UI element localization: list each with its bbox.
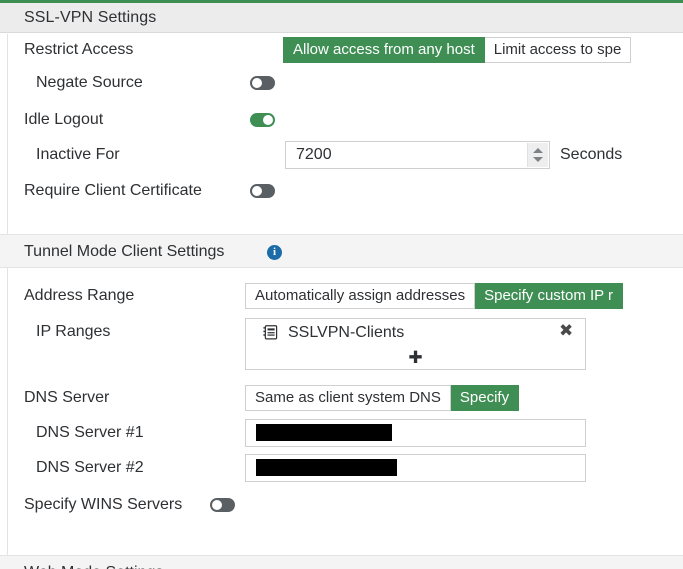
sslvpn-settings-panel: SSL-VPN Settings Restrict Access Allow a…	[0, 0, 683, 569]
info-icon[interactable]: i	[267, 245, 282, 260]
dns-server-option-specify[interactable]: Specify	[450, 385, 520, 411]
dns-server-label: DNS Server	[24, 389, 110, 406]
require-client-certificate-toggle[interactable]	[250, 184, 275, 198]
dns-server-1-input[interactable]	[245, 419, 586, 447]
row-specify-wins-servers: Specify WINS Servers	[0, 489, 683, 521]
ip-ranges-picker[interactable]: SSLVPN-Clients ✖ ✚	[245, 318, 586, 370]
require-client-certificate-label: Require Client Certificate	[24, 182, 202, 199]
row-dns-server-1: DNS Server #1	[0, 417, 683, 449]
specify-wins-servers-toggle[interactable]	[210, 498, 235, 512]
tunnel-mode-section-title: Tunnel Mode Client Settings	[24, 243, 225, 260]
idle-logout-label: Idle Logout	[24, 111, 104, 128]
dns-server-1-label: DNS Server #1	[36, 424, 144, 441]
panel-header: SSL-VPN Settings	[0, 3, 683, 33]
row-restrict-access: Restrict Access Allow access from any ho…	[0, 34, 683, 66]
restrict-access-option-any-host[interactable]: Allow access from any host	[283, 37, 485, 63]
row-idle-logout: Idle Logout	[0, 104, 683, 136]
inactive-for-stepper[interactable]	[527, 143, 548, 167]
section-tunnel-mode-client-settings: Tunnel Mode Client Settings i	[0, 234, 683, 268]
address-range-segmented-control[interactable]: Automatically assign addresses Specify c…	[245, 283, 624, 309]
dns-server-option-same-as-client[interactable]: Same as client system DNS	[245, 385, 451, 411]
dns-server-segmented-control[interactable]: Same as client system DNS Specify	[245, 385, 520, 411]
section-web-mode-settings: Web Mode Settings	[0, 555, 683, 569]
dns-server-2-redacted-value	[256, 459, 397, 476]
row-dns-server: DNS Server Same as client system DNS Spe…	[0, 382, 683, 414]
row-dns-server-2: DNS Server #2	[0, 452, 683, 484]
negate-source-toggle[interactable]	[250, 76, 275, 90]
dns-server-2-input[interactable]	[245, 454, 586, 482]
restrict-access-label: Restrict Access	[24, 41, 134, 58]
row-ip-ranges: IP Ranges SSLVPN-Clients ✖ ✚	[0, 316, 683, 374]
ip-ranges-label: IP Ranges	[36, 323, 111, 340]
row-require-client-certificate: Require Client Certificate	[0, 175, 683, 207]
add-ip-range-button[interactable]: ✚	[246, 350, 585, 367]
restrict-access-segmented-control[interactable]: Allow access from any host Limit access …	[283, 37, 632, 63]
row-negate-source: Negate Source	[0, 67, 683, 99]
inactive-for-input[interactable]: 7200	[285, 141, 550, 169]
negate-source-label: Negate Source	[36, 74, 143, 91]
inactive-for-unit-label: Seconds	[560, 146, 623, 163]
toggle-knob	[263, 115, 273, 125]
settings-form: Restrict Access Allow access from any ho…	[0, 34, 683, 569]
toggle-knob	[252, 78, 262, 88]
address-book-icon	[263, 325, 278, 340]
restrict-access-option-limit[interactable]: Limit access to spe	[484, 37, 632, 63]
inactive-for-label: Inactive For	[36, 146, 120, 163]
idle-logout-toggle[interactable]	[250, 113, 275, 127]
list-item[interactable]: SSLVPN-Clients ✖	[246, 319, 585, 346]
address-range-label: Address Range	[24, 287, 135, 304]
specify-wins-servers-label: Specify WINS Servers	[24, 496, 183, 513]
chevron-up-icon[interactable]	[533, 148, 543, 153]
row-address-range: Address Range Automatically assign addre…	[0, 280, 683, 312]
row-inactive-for: Inactive For 7200 Seconds	[0, 139, 683, 171]
ip-range-item-name: SSLVPN-Clients	[288, 324, 405, 341]
address-range-option-custom[interactable]: Specify custom IP r	[475, 283, 624, 309]
remove-ip-range-icon[interactable]: ✖	[559, 322, 573, 340]
toggle-knob	[252, 186, 262, 196]
toggle-knob	[212, 500, 222, 510]
page-title: SSL-VPN Settings	[24, 9, 157, 26]
chevron-down-icon[interactable]	[533, 157, 543, 162]
web-mode-section-title: Web Mode Settings	[24, 560, 163, 569]
dns-server-2-label: DNS Server #2	[36, 459, 144, 476]
dns-server-1-redacted-value	[256, 424, 392, 441]
inactive-for-value: 7200	[296, 146, 332, 163]
address-range-option-automatic[interactable]: Automatically assign addresses	[245, 283, 476, 309]
